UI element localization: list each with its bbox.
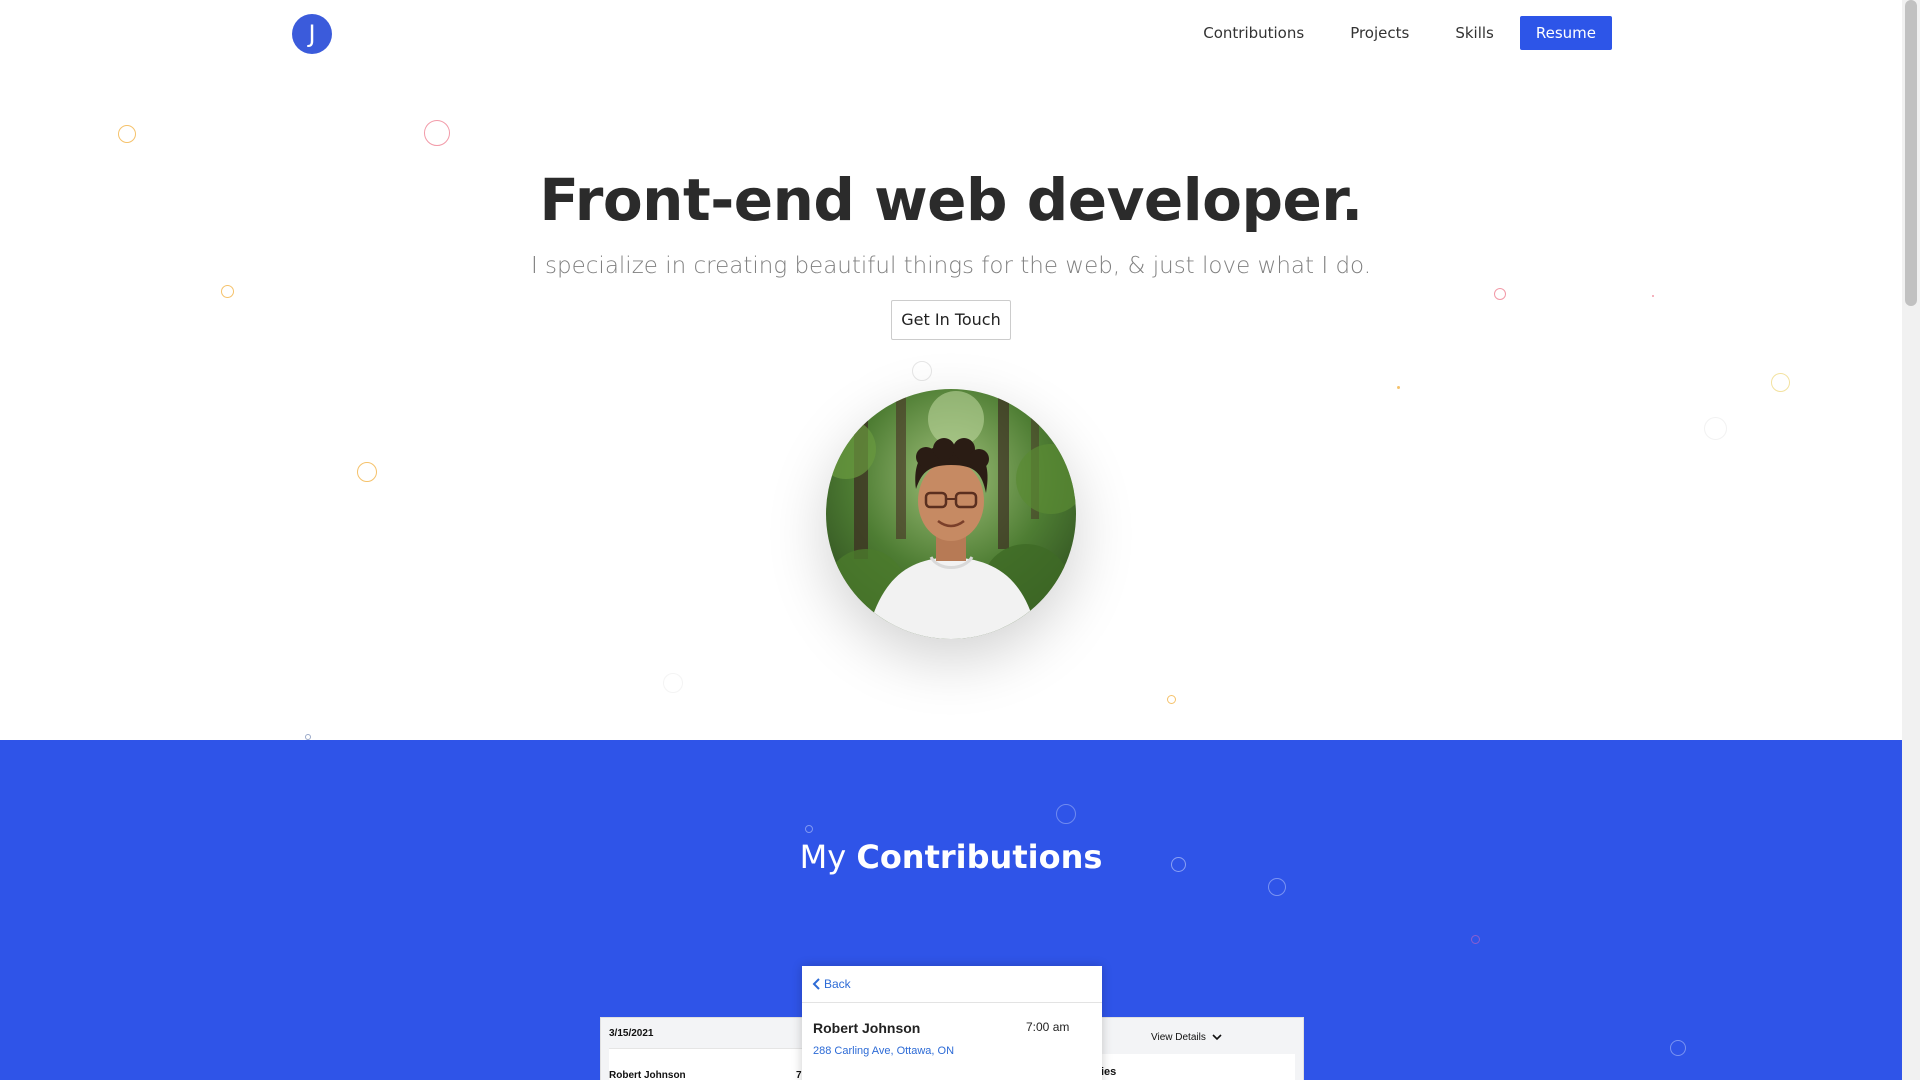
decorative-bubble [1494,288,1506,300]
nav-link-contributions[interactable]: Contributions [1183,16,1324,50]
decorative-bubble [805,825,813,833]
chevron-left-icon [812,978,820,990]
mockup-main-address: 288 Carling Ave, Ottawa, ON [813,1045,955,1057]
decorative-bubble [1268,878,1286,896]
hero-subtitle: I specialize in creating beautiful thing… [530,253,1372,279]
decorative-bubble [424,120,450,146]
mockup-divider [802,1002,1102,1003]
mockup-view-details: View Details [1151,1032,1222,1043]
decorative-bubble [1771,373,1790,392]
mockup-main-time: 7:00 am [1026,1020,1070,1034]
decorative-bubble [1704,417,1727,440]
scrollbar-thumb[interactable] [1905,0,1917,306]
contributions-heading-bold: Contributions [856,838,1103,876]
profile-photo [826,389,1076,639]
mockup-right-inner [1095,1054,1295,1080]
mockup-left-number: 7 [796,1070,802,1080]
logo[interactable]: J [292,14,332,54]
decorative-bubble [1056,804,1076,824]
profile-photo-illustration [826,389,1076,639]
hero-title: Front-end web developer. [539,166,1363,234]
mockup-main-card: Back Robert Johnson 7:00 am 288 Carling … [802,966,1102,1080]
nav-link-projects[interactable]: Projects [1330,16,1429,50]
decorative-bubble [357,462,377,482]
mockup-date: 3/15/2021 [609,1028,654,1039]
view-details-label: View Details [1151,1032,1206,1043]
page-scrollbar[interactable] [1902,0,1920,1080]
page: J Contributions Projects Skills Resume F… [0,0,1902,1080]
get-in-touch-button[interactable]: Get In Touch [891,300,1011,340]
decorative-bubble [1652,295,1654,297]
mockup-back-link: Back [812,977,851,991]
chevron-down-icon [1212,1034,1222,1041]
top-nav: Contributions Projects Skills Resume [1183,16,1612,50]
decorative-bubble [1670,1040,1686,1056]
decorative-bubble [1167,695,1176,704]
decorative-bubble [1397,386,1400,389]
contributions-heading-prefix: My [799,838,847,876]
mockup-main-name: Robert Johnson [813,1020,921,1036]
contributions-heading: My Contributions [0,838,1902,876]
decorative-bubble [221,285,234,298]
mockup-left-name: Robert Johnson [609,1070,686,1080]
mockup-back-label: Back [824,977,851,991]
mockup-left-card: 3/15/2021 Robert Johnson 7 [600,1017,810,1080]
mockup-right-card: View Details ies [1094,1017,1304,1080]
decorative-bubble [912,361,932,381]
nav-link-skills[interactable]: Skills [1435,16,1514,50]
mockup-right-partial-text: ies [1101,1066,1117,1078]
decorative-bubble [118,125,136,143]
decorative-bubble [663,673,683,693]
resume-button[interactable]: Resume [1519,16,1612,50]
decorative-bubble [1471,935,1480,944]
